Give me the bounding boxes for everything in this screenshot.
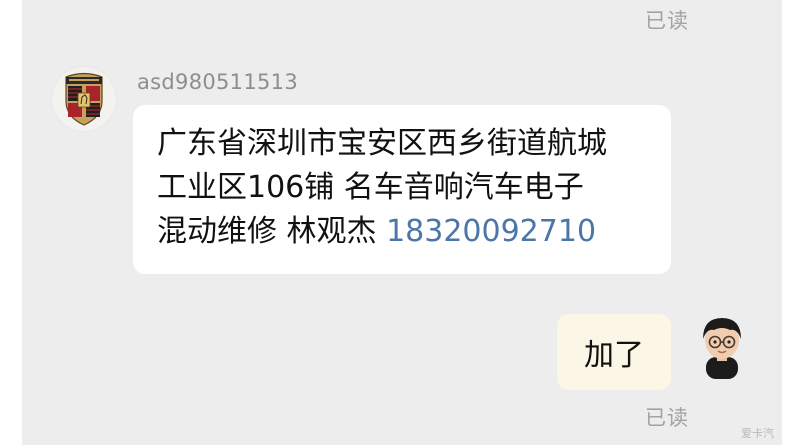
read-status-top: 已读 (645, 9, 689, 33)
incoming-message-bubble[interactable]: 广东省深圳市宝安区西乡街道航城 工业区106铺 名车音响汽车电子 混动维修 林观… (133, 105, 671, 274)
message-line-3-text: 混动维修 林观杰 (157, 214, 387, 249)
phone-number-link[interactable]: 18320092710 (386, 214, 596, 249)
sender-name: asd980511513 (137, 70, 298, 94)
message-line-1: 广东省深圳市宝安区西乡街道航城 (157, 126, 607, 161)
message-line-3: 混动维修 林观杰 18320092710 (157, 210, 659, 254)
chat-area: 已读 asd980511513 广东省深圳市宝安区西乡街道航城 工业区106铺 … (22, 0, 782, 445)
outgoing-message-bubble[interactable]: 加了 (557, 314, 671, 390)
read-status-bottom: 已读 (645, 406, 689, 430)
memoji-avatar-icon[interactable] (694, 313, 750, 379)
crest-avatar-icon[interactable] (52, 67, 116, 131)
watermark-text: 爱卡汽 (741, 427, 774, 440)
message-line-2: 工业区106铺 名车音响汽车电子 (157, 170, 584, 205)
